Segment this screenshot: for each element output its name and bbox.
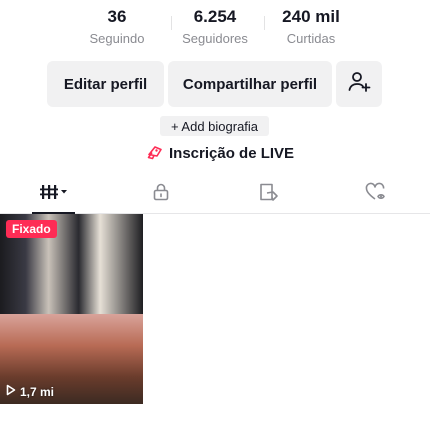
tab-reposts[interactable]	[215, 175, 322, 213]
following-label: Seguindo	[89, 31, 145, 46]
stat-likes[interactable]: 240 mil Curtidas	[256, 6, 366, 48]
following-count: 36	[107, 7, 127, 26]
tab-liked[interactable]	[322, 175, 429, 213]
add-bio-button[interactable]: + Add biografia	[160, 116, 269, 136]
add-friend-button[interactable]	[336, 61, 382, 107]
video-thumbnail[interactable]: Fixado	[0, 214, 143, 314]
tab-private[interactable]	[107, 175, 214, 213]
video-grid: Fixado 1,7 mi	[0, 214, 143, 404]
video-thumbnail[interactable]: 1,7 mi	[0, 314, 143, 404]
pinned-badge: Fixado	[6, 220, 57, 238]
followers-label: Seguidores	[182, 31, 248, 46]
followers-count: 6.254	[193, 7, 237, 26]
profile-stats: 36 Seguindo 6.254 Seguidores 240 mil Cur…	[0, 6, 430, 56]
profile-tabs	[0, 175, 430, 214]
lock-icon	[151, 182, 171, 207]
add-user-icon	[347, 70, 371, 98]
share-profile-button[interactable]: Compartilhar perfil	[168, 61, 332, 107]
live-subscription-icon	[146, 144, 164, 162]
edit-profile-button[interactable]: Editar perfil	[47, 61, 164, 107]
liked-icon	[365, 182, 387, 207]
view-count-label: 1,7 mi	[20, 384, 55, 399]
stat-followers[interactable]: 6.254 Seguidores	[160, 6, 270, 48]
view-count: 1,7 mi	[6, 384, 54, 399]
tab-videos[interactable]	[0, 175, 107, 214]
likes-label: Curtidas	[286, 31, 336, 46]
live-subscription-link[interactable]: Inscrição de LIVE	[146, 142, 294, 164]
grid-icon	[38, 182, 70, 207]
likes-count: 240 mil	[282, 7, 340, 26]
repost-icon	[258, 182, 280, 207]
live-subscription-label: Inscrição de LIVE	[169, 144, 295, 162]
stat-following[interactable]: 36 Seguindo	[62, 6, 172, 48]
play-icon	[6, 384, 20, 399]
